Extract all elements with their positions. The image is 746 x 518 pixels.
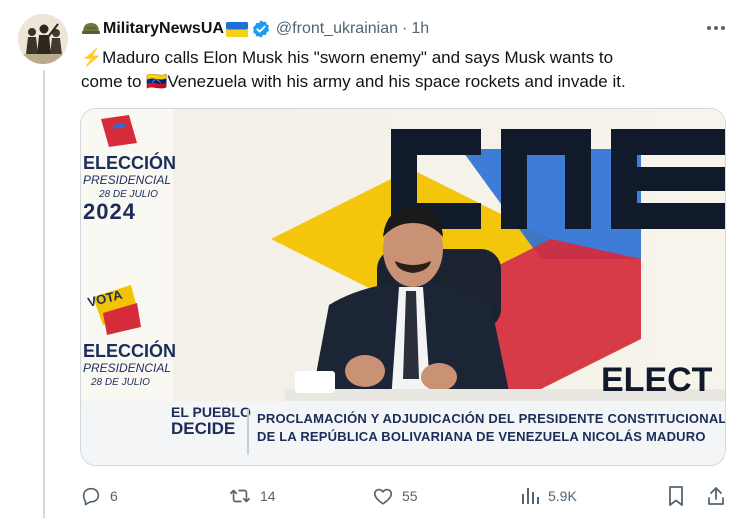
chyron-brand-line-2: DECIDE [171,419,236,438]
video-media[interactable]: VOTA ELECT 28 EL [80,108,726,466]
backdrop-presidencial-top: PRESIDENCIAL [83,173,172,187]
reply-button[interactable]: 6 [80,484,118,508]
views-button[interactable]: 5.9K [520,484,577,508]
chyron-brand: EL PUEBLO DECIDE [171,405,251,438]
verified-badge-icon [251,19,271,39]
chyron-headline: PROCLAMACIÓN Y ADJUDICACIÓN DEL PRESIDEN… [257,411,726,426]
tweet-text-line-2: come to 🇻🇪Venezuela with his army and hi… [81,72,626,91]
views-icon [522,488,539,504]
action-bar: 6 14 55 5.9K [80,484,730,508]
avatar[interactable] [18,14,68,64]
backdrop-eleccion-top: ELECCIÓN [83,153,177,173]
tweet-header: MilitaryNewsUA @front_ukrainian · 1h [81,18,429,40]
backdrop-year: 2024 [83,199,136,224]
views-count: 5.9K [548,488,577,504]
backdrop-presidencial-bottom: PRESIDENCIAL [83,361,172,375]
repost-count: 14 [260,488,276,504]
bookmark-icon [669,486,683,506]
backdrop-date-bottom: 28 DE JULIO [91,377,150,388]
like-count: 55 [402,488,418,504]
handle[interactable]: @front_ukrainian [276,20,398,38]
separator-dot: · [402,20,408,37]
helmet-emoji-icon [81,20,101,38]
more-icon [707,26,725,30]
chyron-divider [247,409,249,455]
podium-text: ELECT [601,361,713,399]
backdrop-left-panel: ELECCIÓN PRESIDENCIAL 28 DE JULIO 2024 E… [81,109,177,401]
news-chyron: EL PUEBLO DECIDE PROCLAMACIÓN Y ADJUDICA… [81,401,726,465]
share-button[interactable] [706,484,726,508]
bookmark-button[interactable] [666,484,686,508]
timestamp[interactable]: 1h [411,20,429,38]
reply-icon [82,487,100,506]
chyron-subheadline: DE LA REPÚBLICA BOLIVARIANA DE VENEZUELA… [257,429,706,444]
like-button[interactable]: 55 [372,484,418,508]
reply-count: 6 [110,488,118,504]
ukraine-flag-emoji-icon [225,21,248,37]
share-icon [708,487,724,505]
tweet-text-line-1: ⚡Maduro calls Elon Musk his "sworn enemy… [81,48,614,67]
chyron-brand-line-1: EL PUEBLO [171,404,251,420]
backdrop-eleccion-bottom: ELECCIÓN [83,341,177,361]
repost-icon [230,489,250,503]
repost-button[interactable]: 14 [228,484,276,508]
soldiers-avatar-icon [18,14,68,64]
more-button[interactable] [704,18,728,38]
tweet-text: ⚡Maduro calls Elon Musk his "sworn enemy… [81,46,731,94]
thread-line [43,70,45,518]
like-icon [373,488,393,505]
display-name[interactable]: MilitaryNewsUA [103,20,224,38]
